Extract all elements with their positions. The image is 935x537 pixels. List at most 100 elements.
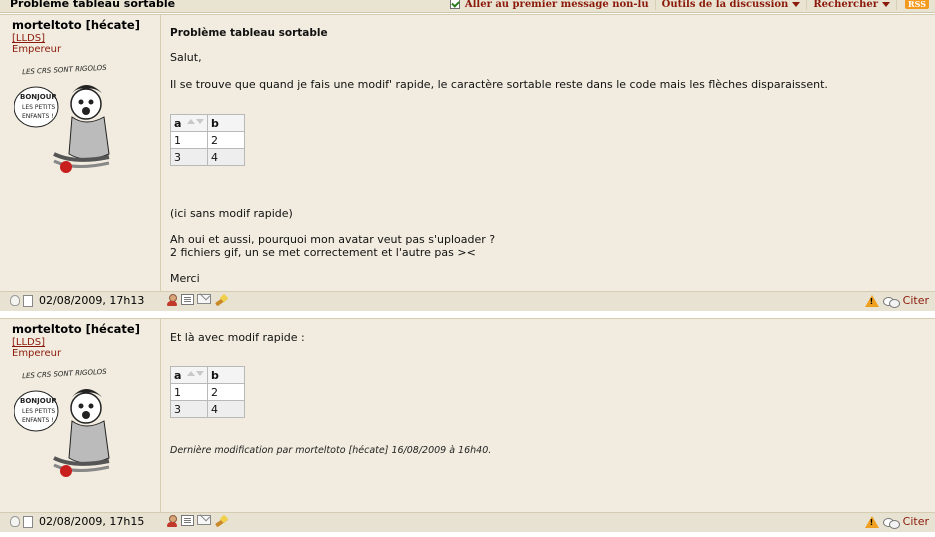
post-author-panel: morteltoto [hécate] [LLDS] Empereur LES …: [0, 319, 161, 512]
post-content: Problème tableau sortable: [170, 27, 328, 40]
first-unread-label: Aller au premier message non-lu: [464, 0, 649, 10]
post-content: Il se trouve que quand je fais une modif…: [170, 78, 828, 91]
author-group-link[interactable]: [LLDS]: [12, 33, 45, 44]
author-rank: Empereur: [12, 44, 62, 55]
post: morteltoto [hécate] [LLDS] Empereur LES …: [0, 14, 935, 293]
user-actions: [166, 294, 228, 307]
sortable-table: a b 1 2 3 4: [170, 366, 245, 418]
first-unread-link[interactable]: Aller au premier message non-lu: [444, 0, 655, 10]
mail-icon[interactable]: [197, 294, 211, 304]
post-content: (ici sans modif rapide): [170, 207, 293, 220]
avatar-caption: LES CRS SONT RIGOLOS: [22, 368, 107, 380]
sort-up-icon: [187, 119, 195, 124]
rss-icon: RSS: [904, 0, 929, 9]
post-text: 2 fichiers gif, un se met correctement e…: [170, 246, 476, 259]
user-icon[interactable]: [166, 294, 178, 307]
avatar-bubble-line: ENFANTS !: [22, 417, 54, 424]
post-content: Ah oui et aussi, pourquoi mon avatar veu…: [170, 233, 495, 259]
post-text: Il se trouve que quand je fais une modif…: [170, 78, 828, 91]
edit-wand-icon[interactable]: [214, 515, 228, 528]
table-row: 1 2: [170, 383, 245, 401]
table-row: 3 4: [170, 400, 245, 418]
report-warning-icon[interactable]: !: [864, 515, 879, 528]
post-content: Dernière modification par morteltoto [hé…: [170, 444, 491, 457]
sort-down-icon: [196, 119, 204, 124]
post: morteltoto [hécate] [LLDS] Empereur LES …: [0, 318, 935, 513]
avatar-bubble-line: LES PETITS: [22, 104, 55, 111]
thread-tools: Aller au premier message non-lu Outils d…: [444, 0, 935, 12]
avatar-bubble-line: BONJOUR: [20, 93, 57, 101]
post-text: Merci: [170, 272, 200, 285]
post-footer: 02/08/2009, 17h15 ! Citer: [0, 512, 935, 532]
user-actions: [166, 515, 228, 528]
table-header[interactable]: b: [207, 114, 245, 132]
chevron-down-icon: [881, 1, 890, 7]
lightbulb-icon: [10, 516, 20, 527]
profile-icon[interactable]: [181, 515, 194, 526]
post-icons: [10, 516, 33, 528]
report-warning-icon[interactable]: !: [864, 294, 879, 307]
table-cell: 1: [170, 131, 208, 149]
edit-wand-icon[interactable]: [214, 294, 228, 307]
avatar: LES CRS SONT RIGOLOS BONJOUR LES PETITS …: [14, 368, 110, 477]
table-cell: 4: [207, 400, 245, 418]
post-text: Salut,: [170, 51, 202, 64]
quote-icon[interactable]: [882, 516, 900, 529]
table-cell: 3: [170, 400, 208, 418]
user-icon[interactable]: [166, 515, 178, 528]
avatar-bubble-line: ENFANTS !: [22, 113, 54, 120]
search-menu[interactable]: Rechercher: [806, 0, 896, 10]
quote-button[interactable]: Citer: [903, 294, 929, 307]
document-icon: [23, 295, 33, 307]
post-actions: ! Citer: [864, 294, 929, 308]
avatar-bubble-line: LES PETITS: [22, 408, 55, 415]
post-content: Salut,: [170, 51, 202, 64]
quote-icon[interactable]: [882, 295, 900, 308]
table-cell: 4: [207, 148, 245, 166]
table-cell: 1: [170, 383, 208, 401]
rss-link[interactable]: RSS: [895, 0, 935, 10]
search-menu-label: Rechercher: [813, 0, 878, 10]
post-text: Et là avec modif rapide :: [170, 331, 305, 344]
sort-down-icon: [196, 371, 204, 376]
post-text: Ah oui et aussi, pourquoi mon avatar veu…: [170, 233, 496, 246]
post-date: 02/08/2009, 17h15: [39, 515, 145, 528]
document-icon: [23, 516, 33, 528]
table-header[interactable]: a: [170, 114, 208, 132]
post-actions: ! Citer: [864, 515, 929, 529]
author-group-link[interactable]: [LLDS]: [12, 337, 45, 348]
table-cell: 3: [170, 148, 208, 166]
thread-toolbar: Problème tableau sortable Aller au premi…: [0, 0, 935, 13]
thread-title: Problème tableau sortable: [10, 0, 176, 10]
table-header[interactable]: b: [207, 366, 245, 384]
table-header[interactable]: a: [170, 366, 208, 384]
author-rank: Empereur: [12, 348, 62, 359]
post-content: a b 1 2 3 4: [170, 114, 245, 166]
profile-icon[interactable]: [181, 294, 194, 305]
post-content: Merci: [170, 272, 200, 285]
quote-button[interactable]: Citer: [903, 515, 929, 528]
sort-up-icon: [187, 371, 195, 376]
table-cell: 2: [207, 131, 245, 149]
table-row: 3 4: [170, 148, 245, 166]
chevron-down-icon: [792, 1, 801, 7]
post-date: 02/08/2009, 17h13: [39, 294, 145, 307]
table-cell: 2: [207, 383, 245, 401]
lightbulb-icon: [10, 295, 20, 306]
post-icons: [10, 295, 33, 307]
author-name[interactable]: morteltoto [hécate]: [12, 18, 140, 32]
avatar-bubble-line: BONJOUR: [20, 397, 57, 405]
post-content: a b 1 2 3 4: [170, 366, 245, 418]
thread-tools-menu[interactable]: Outils de la discussion: [654, 0, 807, 10]
post-footer: 02/08/2009, 17h13 ! Citer: [0, 291, 935, 311]
thread-tools-label: Outils de la discussion: [661, 0, 789, 10]
table-row: 1 2: [170, 131, 245, 149]
post-subject: Problème tableau sortable: [170, 27, 328, 39]
mail-icon[interactable]: [197, 515, 211, 525]
post-text: (ici sans modif rapide): [170, 207, 293, 220]
avatar-caption: LES CRS SONT RIGOLOS: [22, 64, 107, 76]
edit-note: Dernière modification par morteltoto [hé…: [170, 445, 492, 456]
post-content: Et là avec modif rapide :: [170, 331, 305, 344]
author-name[interactable]: morteltoto [hécate]: [12, 322, 140, 336]
checkbox-icon: [449, 0, 460, 9]
